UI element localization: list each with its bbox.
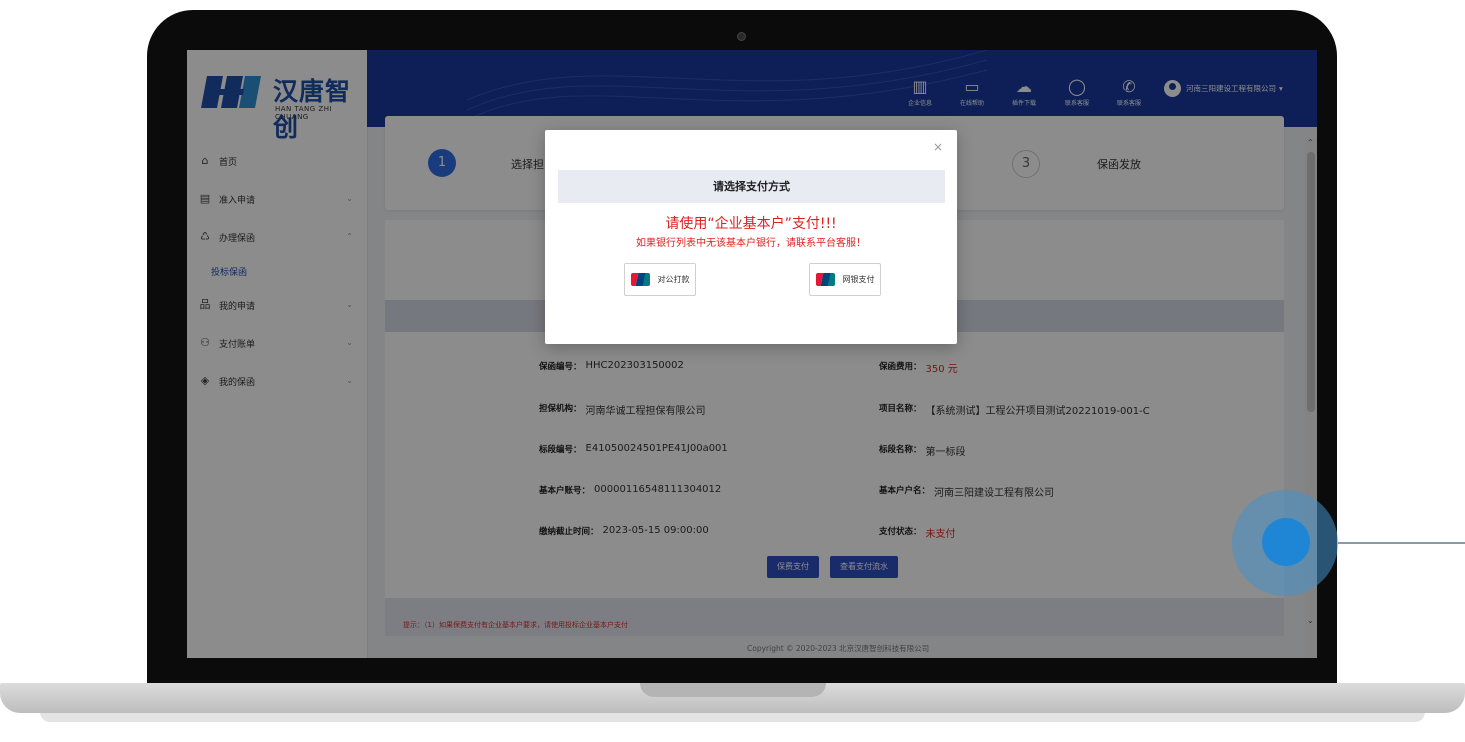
unionpay-icon xyxy=(630,273,650,286)
laptop-shadow xyxy=(40,712,1425,722)
online-banking-button[interactable]: 网银支付 xyxy=(809,263,881,296)
dialog-header: 请选择支付方式 xyxy=(558,170,945,203)
touch-indicator-dot xyxy=(1262,518,1310,566)
close-icon[interactable]: × xyxy=(933,140,943,154)
unionpay-icon xyxy=(815,273,835,286)
camera-icon xyxy=(737,32,746,41)
laptop-notch xyxy=(640,683,826,697)
option-label: 对公打款 xyxy=(657,275,690,284)
touch-indicator-line xyxy=(1338,542,1465,544)
dialog-warning-subtitle: 如果银行列表中无该基本户银行，请联系平台客服！ xyxy=(636,238,866,249)
payment-method-dialog: × 请选择支付方式 请使用“企业基本户”支付!!! 如果银行列表中无该基本户银行… xyxy=(545,130,957,344)
app-screen: 汉唐智创 HAN TANG ZHI CHUANG ⌂ 首页 ▤ 准入申请 ⌄ ♺… xyxy=(187,50,1317,658)
corporate-transfer-button[interactable]: 对公打款 xyxy=(624,263,696,296)
dialog-warning-title: 请使用“企业基本户”支付!!! xyxy=(665,216,837,232)
option-label: 网银支付 xyxy=(842,275,875,284)
